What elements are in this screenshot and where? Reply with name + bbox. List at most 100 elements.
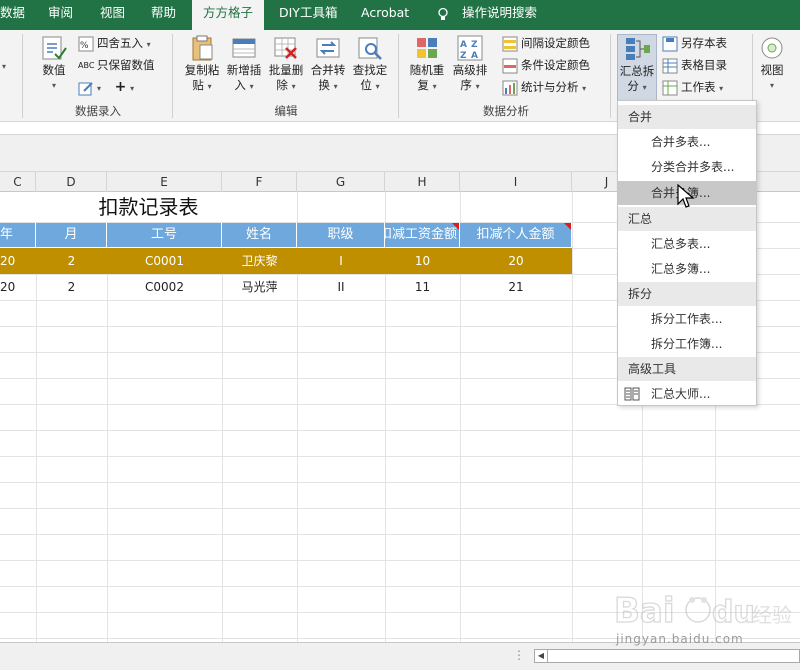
menu-item-category-merge[interactable]: 分类合并多表... xyxy=(618,155,756,179)
header-year[interactable]: 年 xyxy=(0,223,36,247)
header-emp-id[interactable]: 工号 xyxy=(107,223,222,247)
insert-new-button[interactable]: 新增插 入 ▾ xyxy=(224,34,264,94)
summary-split-button[interactable]: 汇总拆 分 ▾ xyxy=(617,34,657,102)
section-advanced-tools: 高级工具 xyxy=(618,357,756,381)
table-cell[interactable]: C0001 xyxy=(107,248,222,274)
grid-line xyxy=(0,534,800,535)
cond-color-icon xyxy=(502,58,518,73)
edit-tools-button[interactable]: ▾ + ▾ xyxy=(78,77,134,97)
table-cell[interactable]: I xyxy=(297,248,385,274)
advanced-sort-button[interactable]: AZZA 高级排 序 ▾ xyxy=(450,34,490,94)
header-name[interactable]: 姓名 xyxy=(222,223,297,247)
tab-diy-toolbox[interactable]: DIY工具箱 xyxy=(279,0,337,30)
tab-data[interactable]: 数据 xyxy=(0,0,30,30)
save-sheet-icon xyxy=(662,36,678,51)
copy-paste-button[interactable]: 复制粘 贴 ▾ xyxy=(182,34,222,94)
scroll-left-button[interactable]: ◀ xyxy=(534,649,548,663)
group-label-edit: 编辑 xyxy=(274,104,298,118)
stats-analysis-button[interactable]: 统计与分析 ▾ xyxy=(502,77,586,97)
svg-text:Bai: Bai xyxy=(614,591,675,631)
table-cell[interactable]: 11 xyxy=(385,274,460,300)
sheet-title[interactable]: 扣款记录表 xyxy=(36,192,261,222)
table-cell[interactable]: 卫庆黎 xyxy=(222,248,297,274)
tab-fangfang[interactable]: 方方格子 xyxy=(192,0,264,30)
value-button[interactable]: 数值 ▾ xyxy=(38,34,70,93)
table-dir-icon xyxy=(662,58,678,73)
col-header-i[interactable]: I xyxy=(460,172,572,192)
comment-indicator xyxy=(564,223,571,230)
view-button[interactable]: 视图 ▾ xyxy=(756,34,788,93)
table-cell[interactable]: 21 xyxy=(460,274,572,300)
tab-tell-me[interactable]: 操作说明搜索 xyxy=(436,0,537,30)
tab-help[interactable]: 帮助 xyxy=(151,0,176,30)
table-cell[interactable]: 2 xyxy=(36,274,107,300)
horizontal-scrollbar[interactable] xyxy=(548,649,800,663)
pencil-icon xyxy=(78,81,93,95)
cond-color-button[interactable]: 条件设定颜色 xyxy=(502,55,590,75)
find-locate-button[interactable]: 查找定 位 ▾ xyxy=(350,34,390,94)
header-salary-deduct[interactable]: 扣减工资金额 xyxy=(385,223,460,247)
menu-item-split-sheet[interactable]: 拆分工作表... xyxy=(618,307,756,331)
worksheet-button[interactable]: 工作表 ▾ xyxy=(662,77,723,97)
insert-rows-icon xyxy=(232,38,256,58)
stats-icon xyxy=(502,80,518,95)
table-cell[interactable]: II xyxy=(297,274,385,300)
table-cell[interactable]: C0002 xyxy=(107,274,222,300)
random-repeat-button[interactable]: 随机重 复 ▾ xyxy=(406,34,448,94)
grid-line xyxy=(0,430,800,431)
svg-text:经验: 经验 xyxy=(752,603,792,627)
group-separator xyxy=(22,34,23,118)
interval-color-button[interactable]: 间隔设定颜色 xyxy=(502,33,590,53)
svg-text:Z: Z xyxy=(471,40,478,50)
header-personal-deduct[interactable]: 扣减个人金额 xyxy=(460,223,572,247)
tab-view[interactable]: 视图 xyxy=(100,0,125,30)
menu-item-summary-workbooks[interactable]: 汇总多簿... xyxy=(618,257,756,281)
interval-color-icon xyxy=(502,36,518,51)
svg-text:A: A xyxy=(471,51,478,61)
table-dir-button[interactable]: 表格目录 xyxy=(662,55,727,75)
header-month[interactable]: 月 xyxy=(36,223,107,247)
table-cell[interactable]: 20 xyxy=(0,248,20,274)
menu-item-merge-sheets[interactable]: 合并多表... xyxy=(618,130,756,154)
tab-review[interactable]: 审阅 xyxy=(48,0,73,30)
watermark-url: jingyan.baidu.com xyxy=(616,632,744,646)
col-header-d[interactable]: D xyxy=(36,172,107,192)
table-cell[interactable]: 20 xyxy=(0,274,20,300)
svg-text:du: du xyxy=(712,595,755,630)
table-cell[interactable]: 2 xyxy=(36,248,107,274)
batch-delete-button[interactable]: 批量删 除 ▾ xyxy=(266,34,306,94)
header-level[interactable]: 职级 xyxy=(297,223,385,247)
table-cell[interactable]: 20 xyxy=(460,248,572,274)
save-sheet-button[interactable]: 另存本表 xyxy=(662,33,727,53)
tab-acrobat[interactable]: Acrobat xyxy=(361,0,409,30)
col-header-e[interactable]: E xyxy=(107,172,222,192)
grid-line xyxy=(0,560,800,561)
round-button[interactable]: % 四舍五入 ▾ xyxy=(78,33,151,53)
col-header-g[interactable]: G xyxy=(297,172,385,192)
svg-text:A: A xyxy=(460,40,467,50)
lightbulb-icon xyxy=(438,7,448,20)
plus-icon: + xyxy=(114,79,127,95)
group-label-analysis: 数据分析 xyxy=(483,104,529,118)
cut-off-caret: ▾ xyxy=(2,62,7,71)
menu-item-split-workbook[interactable]: 拆分工作簿... xyxy=(618,332,756,356)
svg-text:Z: Z xyxy=(460,51,467,61)
scroll-splitter-icon[interactable]: ⋮ xyxy=(513,648,525,662)
merge-convert-icon xyxy=(316,38,340,58)
grid-line xyxy=(0,508,800,509)
table-cell[interactable]: 马光萍 xyxy=(222,274,297,300)
section-split: 拆分 xyxy=(618,282,756,306)
menu-item-summary-master[interactable]: 汇总大师... xyxy=(618,382,756,406)
col-header-f[interactable]: F xyxy=(222,172,297,192)
clipboard-icon xyxy=(192,35,213,61)
table-cell[interactable]: 10 xyxy=(385,248,460,274)
summary-split-icon xyxy=(626,38,650,60)
group-separator xyxy=(398,34,399,118)
merge-convert-button[interactable]: 合并转 换 ▾ xyxy=(308,34,348,94)
keep-value-button[interactable]: ABC 只保留数值 xyxy=(78,55,155,75)
col-header-h[interactable]: H xyxy=(385,172,460,192)
col-header-c[interactable]: C xyxy=(0,172,36,192)
delete-grid-icon xyxy=(274,37,297,59)
round-icon: % xyxy=(78,36,94,51)
menu-item-summary-sheets[interactable]: 汇总多表... xyxy=(618,232,756,256)
